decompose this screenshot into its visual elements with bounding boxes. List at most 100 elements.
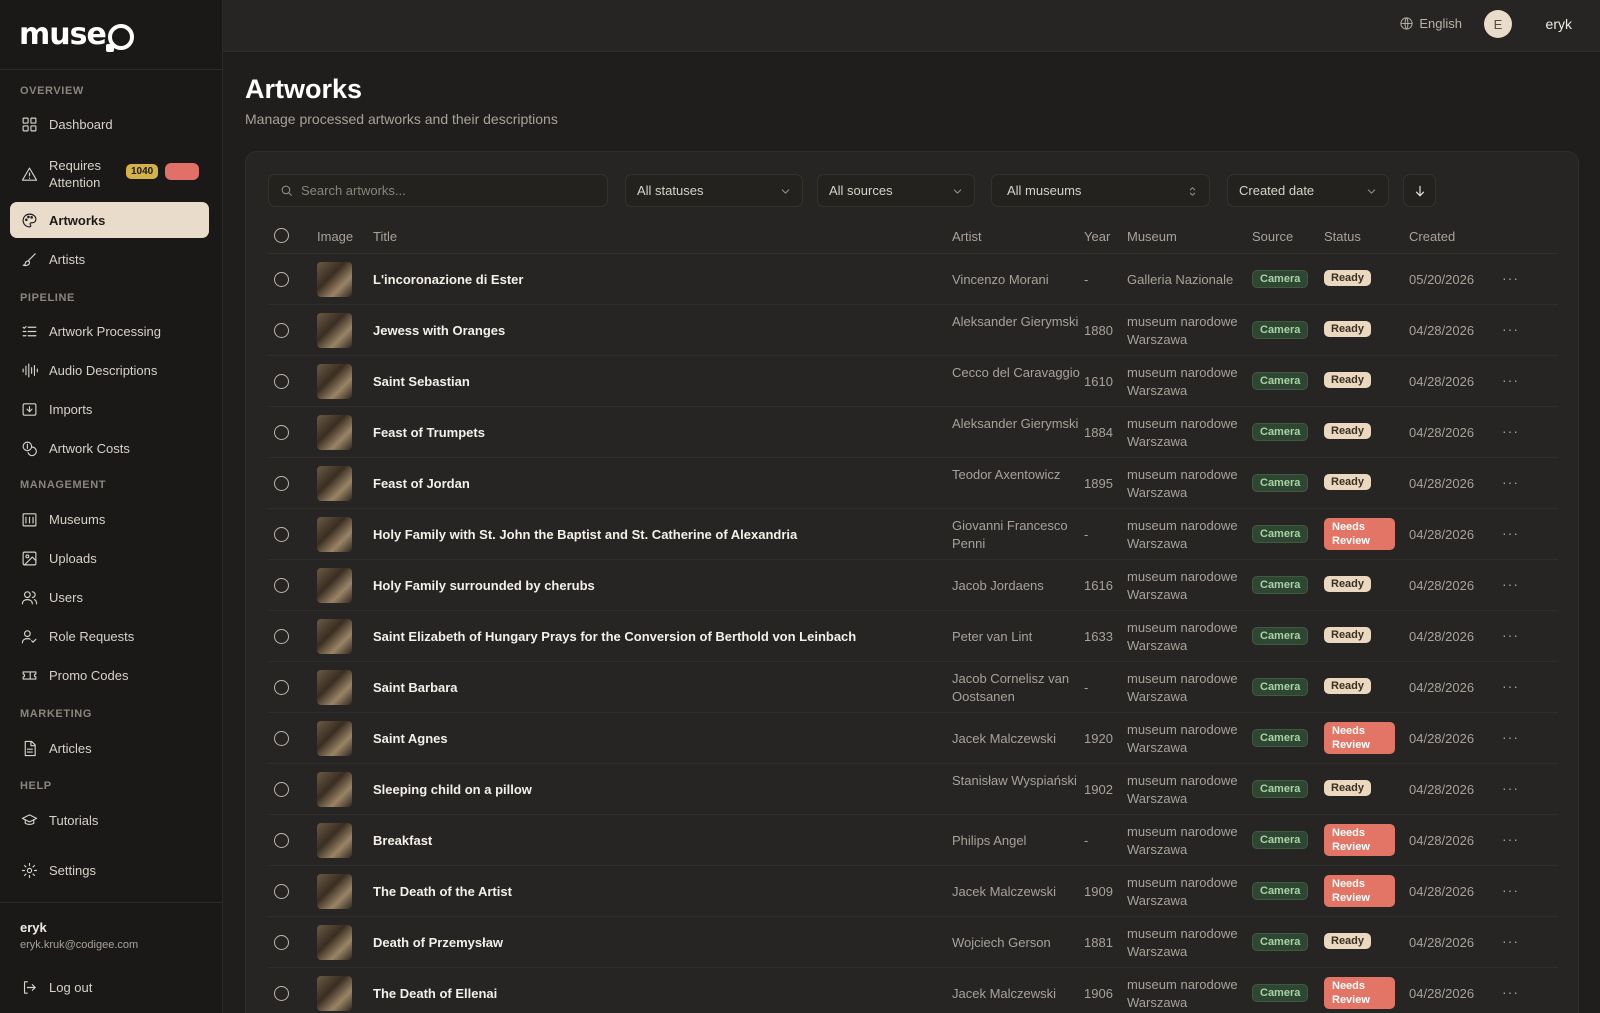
row-checkbox[interactable] — [274, 833, 289, 848]
artwork-thumbnail[interactable] — [317, 364, 352, 399]
table-row[interactable]: Death of Przemysław Wojciech Gerson 1881 mu… — [268, 917, 1558, 968]
artwork-thumbnail[interactable] — [317, 568, 352, 603]
artwork-title[interactable]: L'incoronazione di Ester — [373, 272, 523, 287]
status-filter[interactable]: All statuses — [625, 174, 803, 207]
search-input[interactable]: Search artworks... — [268, 174, 608, 207]
artwork-title[interactable]: Saint Sebastian — [373, 374, 470, 389]
sort-field-select[interactable]: Created date — [1227, 174, 1389, 207]
row-checkbox[interactable] — [274, 374, 289, 389]
header-artist[interactable]: Artist — [952, 229, 982, 244]
artwork-thumbnail[interactable] — [317, 619, 352, 654]
row-checkbox[interactable] — [274, 425, 289, 440]
more-actions-icon[interactable]: ··· — [1502, 729, 1519, 745]
more-actions-icon[interactable]: ··· — [1502, 882, 1519, 898]
sidebar-item-users[interactable]: Users — [10, 579, 209, 615]
sidebar-item-tutorials[interactable]: Tutorials — [10, 802, 209, 838]
table-row[interactable]: Feast of Jordan Teodor Axentowicz 1895 muse… — [268, 458, 1558, 509]
sidebar-item-artwork-costs[interactable]: Artwork Costs — [10, 430, 209, 466]
table-row[interactable]: Holy Family surrounded by cherubs Jacob J… — [268, 560, 1558, 611]
language-selector[interactable]: English — [1399, 16, 1462, 31]
more-actions-icon[interactable]: ··· — [1502, 525, 1519, 541]
sidebar-item-audio-descriptions[interactable]: Audio Descriptions — [10, 352, 209, 388]
row-checkbox[interactable] — [274, 527, 289, 542]
artwork-thumbnail[interactable] — [317, 925, 352, 960]
row-checkbox[interactable] — [274, 323, 289, 338]
table-row[interactable]: The Death of the Artist Jacek Malczewski 1… — [268, 866, 1558, 917]
sort-direction-button[interactable] — [1403, 174, 1436, 207]
select-all-checkbox[interactable] — [274, 228, 289, 243]
row-checkbox[interactable] — [274, 986, 289, 1001]
more-actions-icon[interactable]: ··· — [1502, 984, 1519, 1000]
artwork-thumbnail[interactable] — [317, 517, 352, 552]
artwork-title[interactable]: Death of Przemysław — [373, 935, 503, 950]
table-row[interactable]: Saint Barbara Jacob Cornelisz van Oostsan… — [268, 662, 1558, 713]
artwork-title[interactable]: Saint Barbara — [373, 680, 458, 695]
more-actions-icon[interactable]: ··· — [1502, 627, 1519, 643]
row-checkbox[interactable] — [274, 680, 289, 695]
header-museum[interactable]: Museum — [1127, 229, 1177, 244]
row-checkbox[interactable] — [274, 272, 289, 287]
table-row[interactable]: Breakfast Philips Angel - museum narodowe W… — [268, 815, 1558, 866]
artwork-thumbnail[interactable] — [317, 313, 352, 348]
artwork-thumbnail[interactable] — [317, 976, 352, 1011]
row-checkbox[interactable] — [274, 884, 289, 899]
more-actions-icon[interactable]: ··· — [1502, 831, 1519, 847]
artwork-title[interactable]: Feast of Jordan — [373, 476, 470, 491]
artwork-title[interactable]: Sleeping child on a pillow — [373, 782, 532, 797]
avatar[interactable]: E — [1484, 10, 1512, 38]
artwork-thumbnail[interactable] — [317, 772, 352, 807]
artwork-title[interactable]: The Death of Ellenai — [373, 986, 497, 1001]
museum-filter[interactable]: All museums — [991, 174, 1210, 207]
sidebar-item-dashboard[interactable]: Dashboard — [10, 106, 209, 142]
row-checkbox[interactable] — [274, 935, 289, 950]
more-actions-icon[interactable]: ··· — [1502, 576, 1519, 592]
topbar-user-name[interactable]: eryk — [1546, 16, 1572, 32]
sidebar-item-museums[interactable]: Museums — [10, 501, 209, 537]
artwork-thumbnail[interactable] — [317, 262, 352, 297]
more-actions-icon[interactable]: ··· — [1502, 270, 1519, 286]
more-actions-icon[interactable]: ··· — [1502, 372, 1519, 388]
sidebar-item-promo-codes[interactable]: Promo Codes — [10, 657, 209, 693]
table-row[interactable]: Saint Sebastian Cecco del Caravaggio 1610 m… — [268, 356, 1558, 407]
table-row[interactable]: Holy Family with St. John the Baptist an… — [268, 509, 1558, 560]
artwork-title[interactable]: The Death of the Artist — [373, 884, 512, 899]
artwork-title[interactable]: Saint Agnes — [373, 731, 448, 746]
header-title[interactable]: Title — [373, 229, 397, 244]
table-row[interactable]: The Death of Ellenai Jacek Malczewski 1906… — [268, 968, 1558, 1013]
sidebar-item-artists[interactable]: Artists — [10, 241, 209, 277]
sidebar-item-artworks[interactable]: Artworks — [10, 202, 209, 238]
table-row[interactable]: Feast of Trumpets Aleksander Gierymski 188… — [268, 407, 1558, 458]
sidebar-item-artwork-processing[interactable]: Artwork Processing — [10, 313, 209, 349]
sidebar-item-requires-attention[interactable]: Requires Attention 1040 — [10, 154, 209, 194]
more-actions-icon[interactable]: ··· — [1502, 321, 1519, 337]
sidebar-item-role-requests[interactable]: Role Requests — [10, 618, 209, 654]
artwork-thumbnail[interactable] — [317, 670, 352, 705]
artwork-title[interactable]: Saint Elizabeth of Hungary Prays for the… — [373, 629, 856, 644]
table-row[interactable]: Saint Agnes Jacek Malczewski 1920 museum na… — [268, 713, 1558, 764]
artwork-thumbnail[interactable] — [317, 874, 352, 909]
source-filter[interactable]: All sources — [817, 174, 975, 207]
artwork-thumbnail[interactable] — [317, 823, 352, 858]
table-row[interactable]: Sleeping child on a pillow Stanisław Wysp… — [268, 764, 1558, 815]
table-row[interactable]: Saint Elizabeth of Hungary Prays for the… — [268, 611, 1558, 662]
more-actions-icon[interactable]: ··· — [1502, 780, 1519, 796]
row-checkbox[interactable] — [274, 731, 289, 746]
row-checkbox[interactable] — [274, 476, 289, 491]
table-row[interactable]: L'incoronazione di Ester Vincenzo Morani -… — [268, 254, 1558, 305]
logout-button[interactable]: Log out — [10, 969, 209, 1005]
header-status[interactable]: Status — [1324, 229, 1361, 244]
artwork-thumbnail[interactable] — [317, 466, 352, 501]
artwork-title[interactable]: Holy Family surrounded by cherubs — [373, 578, 595, 593]
row-checkbox[interactable] — [274, 629, 289, 644]
more-actions-icon[interactable]: ··· — [1502, 474, 1519, 490]
artwork-thumbnail[interactable] — [317, 415, 352, 450]
sidebar-item-articles[interactable]: Articles — [10, 730, 209, 766]
sidebar-item-uploads[interactable]: Uploads — [10, 540, 209, 576]
artwork-title[interactable]: Feast of Trumpets — [373, 425, 485, 440]
artwork-title[interactable]: Jewess with Oranges — [373, 323, 505, 338]
sidebar-item-settings[interactable]: Settings — [10, 852, 209, 888]
row-checkbox[interactable] — [274, 578, 289, 593]
more-actions-icon[interactable]: ··· — [1502, 933, 1519, 949]
header-created[interactable]: Created — [1409, 229, 1455, 244]
header-year[interactable]: Year — [1084, 229, 1110, 244]
